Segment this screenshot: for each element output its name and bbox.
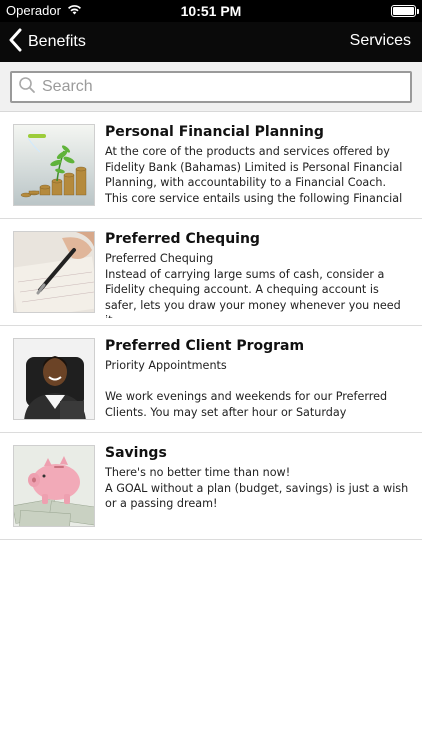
list-item-text: Savings There's no better time than now!… xyxy=(105,444,410,532)
search-input[interactable] xyxy=(42,78,402,96)
list-item-title: Savings xyxy=(105,445,167,461)
list-item-description: At the core of the products and services… xyxy=(105,145,403,205)
navigation-bar: Benefits Services xyxy=(0,22,422,62)
plant-growing-on-coins-image xyxy=(13,124,95,206)
back-button-label: Benefits xyxy=(28,33,86,50)
chevron-left-icon xyxy=(8,28,22,56)
list-item-description: Preferred Chequing Instead of carrying l… xyxy=(105,252,401,318)
list-item-text: Preferred Chequing Preferred Chequing In… xyxy=(105,230,410,318)
list-item-savings[interactable]: Savings There's no better time than now!… xyxy=(0,433,422,540)
search-icon xyxy=(18,76,36,98)
status-bar: Operador 10:51 PM xyxy=(0,0,422,22)
services-button[interactable]: Services xyxy=(350,32,411,50)
list-item-title: Preferred Chequing xyxy=(105,231,260,247)
smiling-businesswoman-image xyxy=(13,338,95,420)
list-item-text: Personal Financial Planning At the core … xyxy=(105,123,410,211)
search-box[interactable] xyxy=(10,71,412,103)
battery-icon xyxy=(391,5,419,17)
list-item-personal-financial-planning[interactable]: Personal Financial Planning At the core … xyxy=(0,112,422,219)
list-item-description: Priority Appointments We work evenings a… xyxy=(105,359,388,419)
hand-writing-cheque-image xyxy=(13,231,95,313)
search-bar xyxy=(0,62,422,112)
list-item-text: Preferred Client Program Priority Appoin… xyxy=(105,337,410,425)
list-item-title: Personal Financial Planning xyxy=(105,124,324,140)
list-item-preferred-chequing[interactable]: Preferred Chequing Preferred Chequing In… xyxy=(0,219,422,326)
piggy-bank-on-money-image xyxy=(13,445,95,527)
status-time: 10:51 PM xyxy=(180,3,242,19)
benefits-list: Personal Financial Planning At the core … xyxy=(0,112,422,540)
back-button[interactable]: Benefits xyxy=(8,28,86,56)
list-item-description: There's no better time than now! A GOAL … xyxy=(105,466,409,511)
list-item-title: Preferred Client Program xyxy=(105,338,305,354)
list-item-preferred-client-program[interactable]: Preferred Client Program Priority Appoin… xyxy=(0,326,422,433)
